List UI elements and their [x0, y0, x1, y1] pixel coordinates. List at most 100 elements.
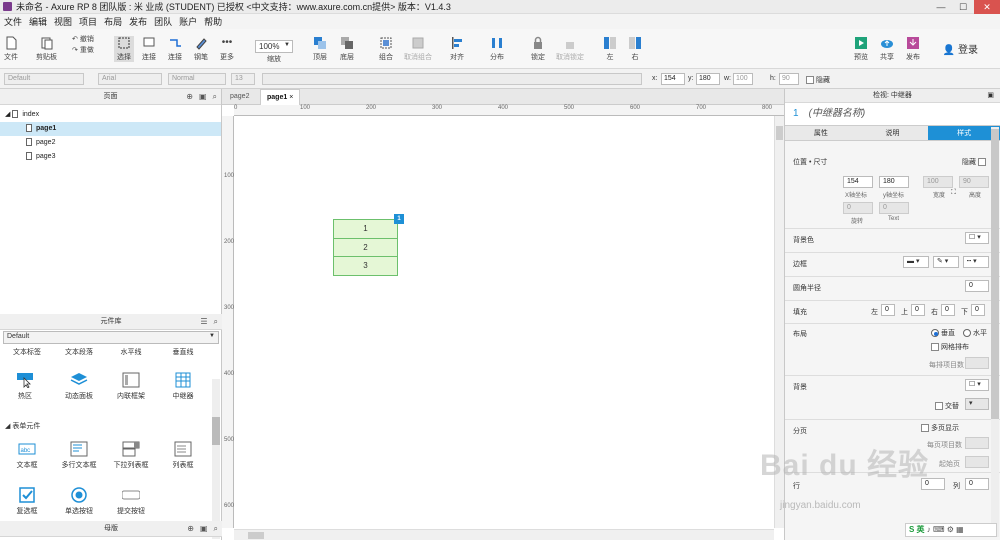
connect-tool-button[interactable]: 连接 — [142, 36, 156, 62]
add-master-icon[interactable]: ⊕ — [187, 521, 194, 537]
alternate-color-picker[interactable]: ▾ — [965, 398, 989, 410]
menu-help[interactable]: 帮助 — [200, 15, 225, 28]
y-field[interactable]: 180 — [879, 176, 909, 188]
inspector-scrollbar[interactable] — [991, 127, 999, 537]
ime-toolbar[interactable]: S 英 ♪ ⌨ ⚙ ▦ — [905, 523, 997, 537]
send-bottom-button[interactable]: 底层 — [340, 36, 354, 62]
x-input[interactable]: 154 — [661, 73, 685, 85]
add-folder-icon[interactable]: ▣ — [200, 521, 208, 537]
publish-button[interactable]: 发布 — [906, 36, 920, 62]
hidden-checkbox[interactable]: 隐藏 — [962, 157, 988, 167]
widget-inline-frame[interactable]: 内联框架 — [106, 372, 156, 401]
menu-layout[interactable]: 布局 — [100, 15, 125, 28]
menu-file[interactable]: 文件 — [0, 15, 25, 28]
link-ratio-icon[interactable]: ⛶ — [951, 189, 956, 197]
repeater-row[interactable]: 3 — [333, 256, 398, 276]
repeater-row[interactable]: 1 — [333, 219, 398, 239]
add-page-icon[interactable]: ⊕ — [186, 89, 193, 105]
scroll-thumb[interactable] — [248, 532, 264, 539]
bring-top-button[interactable]: 顶层 — [313, 36, 327, 62]
border-color-picker[interactable]: ✎ ▾ — [933, 256, 959, 268]
height-input[interactable]: 90 — [779, 73, 799, 85]
file-button[interactable]: 文件 — [4, 36, 18, 62]
widget-dynamic-panel[interactable]: 动态面板 — [54, 372, 104, 401]
text-format-controls[interactable] — [262, 73, 642, 85]
inspector-scroll-thumb[interactable] — [991, 129, 999, 419]
tab-style[interactable]: 样式 — [928, 126, 1000, 140]
widget-text-paragraph[interactable]: 文本段落 — [54, 347, 104, 357]
widget-textarea[interactable]: 多行文本框 — [54, 441, 104, 470]
layout-horizontal-radio[interactable]: 水平 — [963, 328, 987, 338]
border-pattern-picker[interactable]: ┅ ▾ — [963, 256, 989, 268]
select-tool-button[interactable]: 选择 — [114, 36, 134, 62]
connector-tool-button[interactable]: 连接 — [168, 36, 182, 62]
weight-select[interactable]: Normal — [168, 73, 226, 85]
menu-team[interactable]: 团队 — [150, 15, 175, 28]
widget-hotspot[interactable]: 热区 — [0, 372, 50, 401]
right-button[interactable]: 右 — [628, 36, 642, 62]
tree-root-index[interactable]: ◢ index — [0, 108, 221, 122]
columns-field[interactable]: 0 — [965, 478, 989, 490]
y-input[interactable]: 180 — [696, 73, 720, 85]
clipboard-button[interactable]: 剪贴板 — [36, 36, 57, 62]
distribute-button[interactable]: 分布 — [490, 36, 504, 62]
height-field[interactable]: 90 — [959, 176, 989, 188]
close-icon[interactable]: × — [289, 94, 293, 101]
widget-text-label[interactable]: 文本标签 — [2, 347, 52, 357]
form-widgets-section[interactable]: ◢ 表单元件 — [5, 421, 40, 431]
login-button[interactable]: 👤 登录 — [943, 41, 978, 56]
border-style-picker[interactable]: ▬ ▾ — [903, 256, 929, 268]
width-input[interactable]: 100 — [733, 73, 753, 85]
widget-text-field[interactable]: abc 文本框 — [2, 441, 52, 470]
share-button[interactable]: 共享 — [880, 36, 894, 62]
library-select[interactable]: Default ▼ — [3, 331, 219, 344]
text-rotation-field[interactable]: 0 — [879, 202, 909, 214]
library-scroll-thumb[interactable] — [212, 417, 220, 445]
undo-button[interactable]: ↶ 撤销 — [72, 34, 94, 44]
widget-repeater[interactable]: 中继器 — [158, 372, 208, 401]
search-icon[interactable]: ⌕ — [214, 521, 218, 537]
minimize-button[interactable]: — — [930, 0, 952, 14]
close-button[interactable]: ✕ — [974, 0, 1000, 14]
ungroup-button[interactable]: 取消组合 — [404, 36, 432, 62]
maximize-button[interactable]: ☐ — [952, 0, 974, 14]
lock-button[interactable]: 锁定 — [531, 36, 545, 62]
hidden-checkbox[interactable]: 隐藏 — [806, 75, 830, 85]
widget-submit[interactable]: 提交按钮 — [106, 487, 156, 516]
corner-radius-field[interactable]: 0 — [965, 280, 989, 292]
search-icon[interactable]: ⌕ — [214, 314, 218, 330]
canvas-horizontal-scrollbar[interactable] — [234, 529, 774, 540]
more-tools-button[interactable]: ••• 更多 — [220, 36, 234, 62]
tree-item-page3[interactable]: page3 — [0, 150, 221, 164]
widget-hline[interactable]: 水平线 — [106, 347, 156, 357]
menu-edit[interactable]: 编辑 — [25, 15, 50, 28]
tab-page2[interactable]: page2 — [224, 89, 255, 105]
font-select[interactable]: Arial — [98, 73, 162, 85]
pen-tool-button[interactable]: 钢笔 — [194, 36, 208, 62]
align-button[interactable]: 对齐 — [450, 36, 464, 62]
repeater-row[interactable]: 2 — [333, 237, 398, 258]
rotation-field[interactable]: 0 — [843, 202, 873, 214]
add-folder-icon[interactable]: ▣ — [199, 89, 207, 105]
preview-button[interactable]: 预览 — [854, 36, 868, 62]
tree-item-page2[interactable]: page2 — [0, 136, 221, 150]
width-field[interactable]: 100 — [923, 176, 953, 188]
items-per-row-field[interactable] — [965, 357, 989, 369]
search-icon[interactable]: ⌕ — [213, 89, 217, 105]
expand-icon[interactable]: ▣ — [987, 89, 994, 103]
left-button[interactable]: 左 — [603, 36, 617, 62]
library-scrollbar[interactable] — [212, 379, 220, 539]
unlock-button[interactable]: 取消锁定 — [556, 36, 584, 62]
items-per-page-field[interactable] — [965, 437, 989, 449]
scroll-thumb[interactable] — [776, 126, 783, 140]
tree-item-page1[interactable]: page1 — [0, 122, 221, 136]
repeater-widget[interactable]: 1 2 3 — [333, 219, 398, 278]
grid-layout-checkbox[interactable]: 网格排布 — [931, 342, 969, 352]
padding-left-field[interactable]: 0 — [881, 304, 895, 316]
start-page-field[interactable] — [965, 456, 989, 468]
bg-color-picker[interactable]: ☐ ▾ — [965, 232, 989, 244]
style-select[interactable]: Default — [4, 73, 84, 85]
tab-notes[interactable]: 说明 — [856, 126, 929, 140]
redo-button[interactable]: ↷ 重做 — [72, 45, 94, 55]
menu-view[interactable]: 视图 — [50, 15, 75, 28]
